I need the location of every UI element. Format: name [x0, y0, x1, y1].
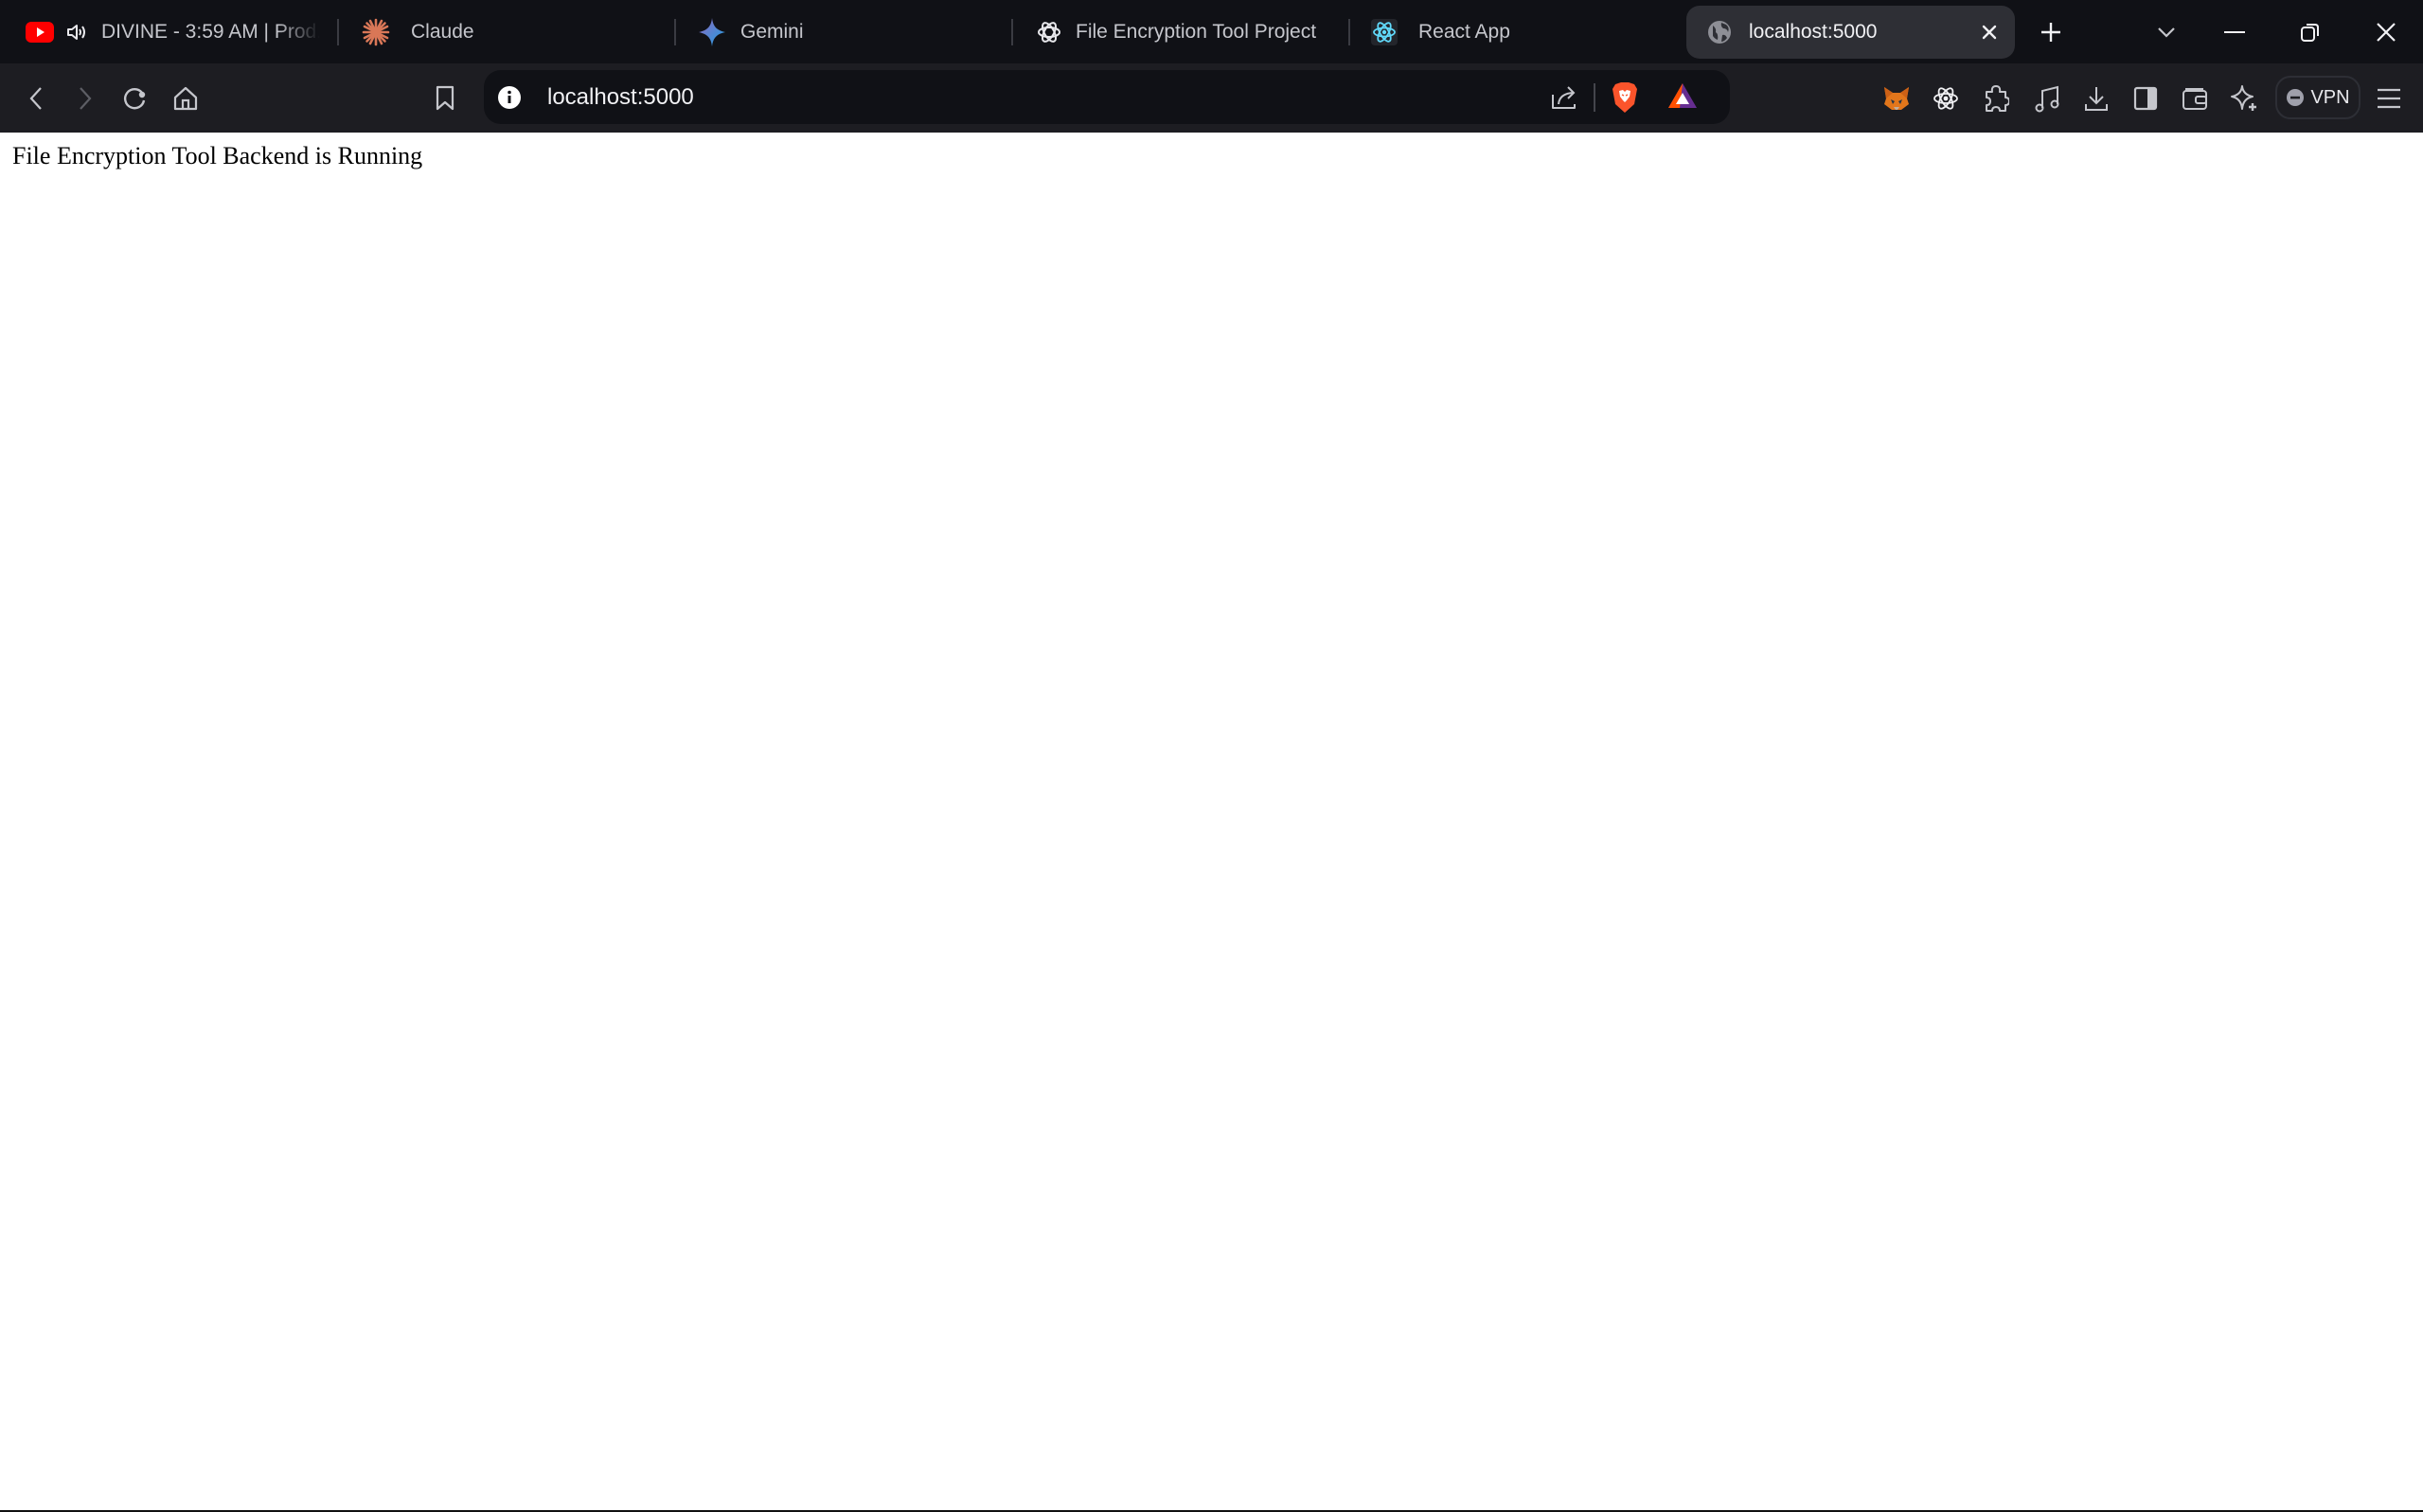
metamask-extension-button[interactable] — [1880, 81, 1914, 116]
music-note-icon — [2035, 85, 2059, 113]
tab-separator — [1348, 19, 1350, 45]
reload-button[interactable] — [117, 81, 151, 116]
site-info-icon[interactable] — [497, 85, 522, 110]
react-icon — [1371, 19, 1398, 45]
restore-button[interactable] — [2291, 13, 2329, 51]
chevron-right-icon — [80, 87, 92, 110]
close-icon — [2377, 23, 2396, 42]
vpn-button[interactable]: VPN — [2275, 76, 2361, 119]
new-tab-button[interactable] — [2032, 13, 2070, 51]
bookmark-button[interactable] — [428, 81, 462, 116]
tab-search-button[interactable] — [2147, 13, 2185, 51]
leo-ai-button[interactable] — [2227, 81, 2261, 116]
tab-title: React App — [1418, 21, 1510, 43]
tab-bar: DIVINE - 3:59 AM | Prod. Claude Gemini F… — [0, 0, 2423, 63]
audio-playing-icon[interactable] — [65, 21, 88, 44]
puzzle-icon — [1986, 85, 2009, 112]
extensions-button[interactable] — [1979, 81, 2013, 116]
sidebar-icon — [2133, 86, 2158, 111]
globe-icon — [1707, 20, 1732, 44]
brave-shields-icon[interactable] — [1612, 81, 1638, 114]
tab-localhost-active[interactable]: localhost:5000 — [1686, 6, 2015, 59]
download-icon — [2085, 87, 2108, 111]
media-playlist-button[interactable] — [2030, 81, 2064, 116]
tab-separator — [1011, 19, 1013, 45]
minimize-icon — [2224, 31, 2245, 33]
restore-icon — [2301, 24, 2319, 42]
react-devtools-extension-button[interactable] — [1929, 81, 1963, 116]
wallet-button[interactable] — [2178, 81, 2212, 116]
wallet-icon — [2182, 88, 2207, 110]
tab-file-encryption-tool-project[interactable]: File Encryption Tool Project — [1024, 6, 1337, 59]
gemini-icon — [699, 18, 725, 46]
chevron-left-icon — [29, 87, 42, 110]
hamburger-menu-icon — [2378, 88, 2400, 109]
brave-rewards-icon[interactable] — [1666, 81, 1699, 112]
plus-icon — [2041, 23, 2060, 42]
forward-button[interactable] — [68, 81, 102, 116]
atom-icon — [1933, 87, 1958, 110]
sidebar-toggle-button[interactable] — [2129, 81, 2163, 116]
close-window-button[interactable] — [2367, 13, 2405, 51]
tab-separator — [674, 19, 676, 45]
url-text[interactable]: localhost:5000 — [547, 70, 694, 124]
claude-icon — [362, 18, 390, 46]
backend-status-text: File Encryption Tool Backend is Running — [12, 142, 423, 169]
tab-youtube[interactable]: DIVINE - 3:59 AM | Prod. — [17, 6, 320, 59]
close-tab-icon[interactable] — [1979, 22, 2000, 43]
tab-react-app[interactable]: React App — [1362, 6, 1674, 59]
tab-title: localhost:5000 — [1749, 21, 1878, 43]
downloads-button[interactable] — [2079, 81, 2113, 116]
chatgpt-icon — [1036, 19, 1062, 45]
address-bar[interactable]: localhost:5000 — [484, 70, 1730, 124]
chevron-down-icon — [2158, 27, 2175, 38]
tab-gemini[interactable]: Gemini — [687, 6, 1000, 59]
back-button[interactable] — [19, 81, 53, 116]
tab-title: File Encryption Tool Project — [1076, 21, 1317, 43]
tab-title: Claude — [411, 21, 474, 43]
tab-title: Gemini — [740, 21, 804, 43]
home-button[interactable] — [169, 81, 203, 116]
tab-title: DIVINE - 3:59 AM | Prod. — [101, 21, 320, 43]
youtube-icon — [26, 22, 54, 43]
tab-separator — [337, 19, 339, 45]
metamask-icon — [1884, 87, 1909, 110]
reload-icon — [124, 88, 146, 110]
main-menu-button[interactable] — [2372, 81, 2406, 116]
vpn-status-icon — [2287, 89, 2305, 106]
vpn-label: VPN — [2310, 86, 2350, 108]
minimize-button[interactable] — [2216, 13, 2254, 51]
sparkle-ai-icon — [2231, 85, 2256, 111]
bookmark-icon — [436, 85, 454, 111]
tab-claude[interactable]: Claude — [350, 6, 663, 59]
share-icon[interactable] — [1550, 83, 1578, 112]
address-bar-divider — [1594, 83, 1595, 112]
home-icon — [173, 86, 198, 111]
